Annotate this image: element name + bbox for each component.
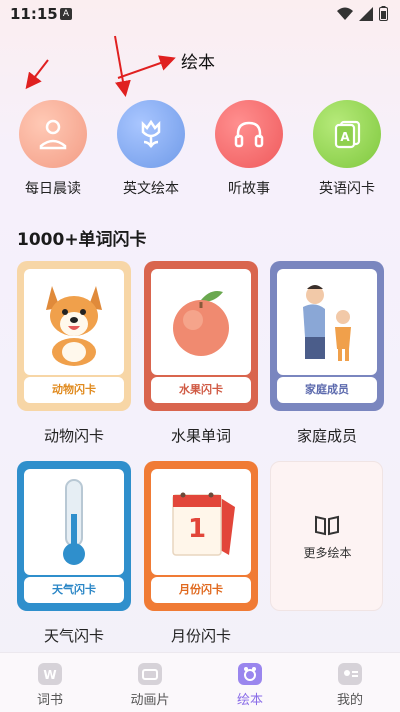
notification-icon: A: [60, 8, 72, 20]
corgi-dog-image: [24, 269, 124, 375]
status-icons: [337, 6, 388, 21]
flashcard-family[interactable]: 家庭成员: [270, 261, 384, 411]
nav-daily-reading[interactable]: 每日晨读: [8, 100, 98, 198]
card-label: 天气闪卡: [43, 627, 104, 645]
bottom-tab-bar: W 词书 动画片 绘本 我的: [0, 652, 400, 712]
person-reading-icon: [19, 100, 87, 168]
letter-card-icon: A: [313, 100, 381, 168]
flashcard-animals[interactable]: 动物闪卡: [17, 261, 131, 411]
nav-listen-stories[interactable]: 听故事: [204, 100, 294, 198]
headphones-icon: [215, 100, 283, 168]
parent-and-child-image: [277, 269, 377, 375]
annotation-label: 绘本: [181, 53, 215, 73]
status-time: 11:15: [10, 5, 58, 23]
calendar-image: 1: [151, 469, 251, 575]
tab-cartoons[interactable]: 动画片: [100, 653, 200, 712]
card-label: 水果单词: [170, 427, 231, 445]
cartoon-tv-icon: [138, 663, 162, 685]
nav-english-picture-books[interactable]: 英文绘本: [106, 100, 196, 198]
card-tag: 月份闪卡: [151, 577, 251, 603]
status-bar: 11:15 A: [0, 0, 400, 28]
tab-word-book[interactable]: W 词书: [0, 653, 100, 712]
nav-label: 每日晨读: [25, 181, 81, 197]
card-tag: 天气闪卡: [24, 577, 124, 603]
more-label: 更多绘本: [303, 546, 352, 560]
svg-text:W: W: [43, 668, 56, 682]
wifi-icon: [337, 7, 353, 20]
card-tag: 家庭成员: [277, 377, 377, 403]
nav-label: 听故事: [228, 181, 270, 197]
signal-icon: [359, 6, 373, 21]
flashcard-fruit[interactable]: 水果闪卡: [144, 261, 258, 411]
picture-book-icon: [238, 663, 262, 685]
open-book-icon: [315, 515, 339, 536]
nav-label: 英语闪卡: [319, 181, 375, 197]
more-picture-books-button[interactable]: 更多绘本: [270, 461, 383, 611]
card-label: 动物闪卡: [43, 427, 104, 445]
section-title: 1000+单词闪卡: [17, 230, 147, 250]
tab-picture-books[interactable]: 绘本: [200, 653, 300, 712]
card-tag: 水果闪卡: [151, 377, 251, 403]
flashcard-weather[interactable]: 天气闪卡: [17, 461, 131, 611]
peach-image: [151, 269, 251, 375]
svg-text:A: A: [340, 130, 350, 144]
card-label: 家庭成员: [296, 427, 357, 445]
tab-label: 我的: [336, 693, 363, 708]
nav-label: 英文绘本: [123, 181, 179, 197]
tab-label: 绘本: [236, 693, 263, 708]
battery-icon: [379, 6, 388, 21]
thermometer-image: [24, 469, 124, 575]
tab-label: 动画片: [130, 693, 170, 708]
card-tag: 动物闪卡: [24, 377, 124, 403]
tulip-icon: [117, 100, 185, 168]
nav-english-flashcards[interactable]: A 英语闪卡: [302, 100, 392, 198]
profile-card-icon: [338, 663, 362, 685]
flashcard-months[interactable]: 1 月份闪卡: [144, 461, 258, 611]
word-book-icon: W: [38, 663, 62, 685]
top-nav: 每日晨读 英文绘本 听故事 A 英语闪卡: [0, 100, 400, 200]
card-label: 月份闪卡: [170, 627, 231, 645]
tab-profile[interactable]: 我的: [300, 653, 400, 712]
tab-label: 词书: [36, 693, 63, 708]
svg-text:1: 1: [188, 514, 206, 544]
